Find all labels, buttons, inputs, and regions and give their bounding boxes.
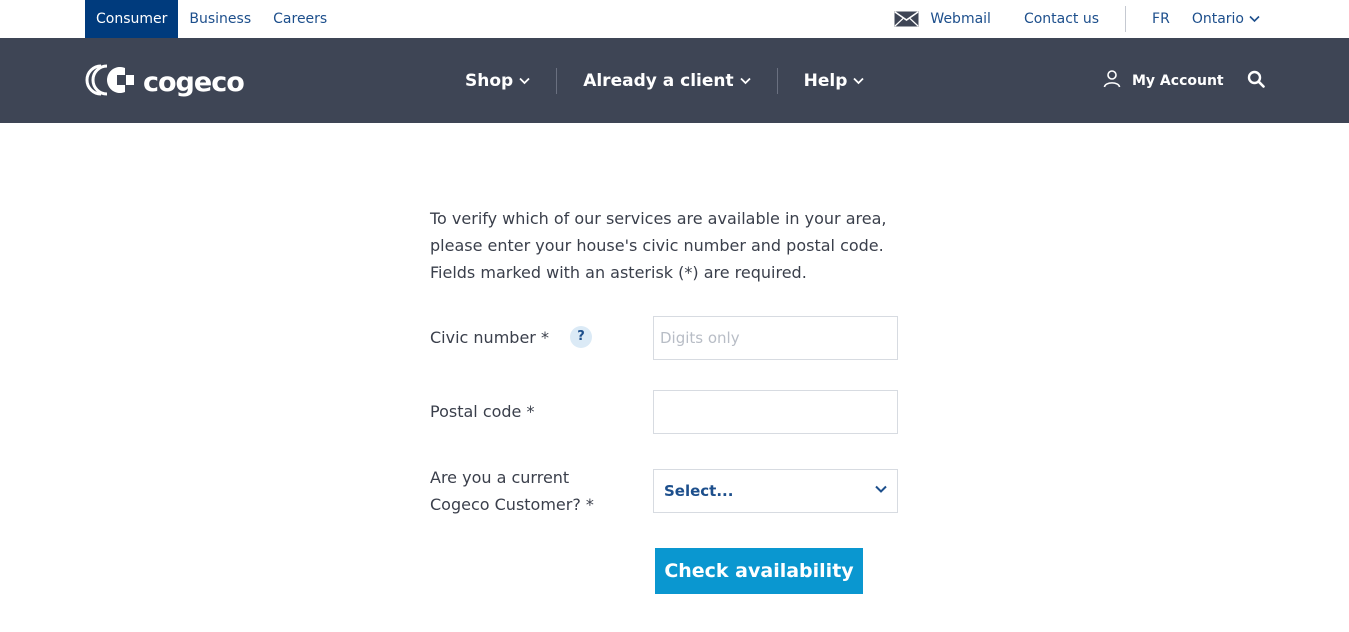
current-customer-label-line: Cogeco Customer? * — [430, 495, 594, 514]
menu-already-a-client[interactable]: Already a client — [583, 70, 751, 91]
utility-bar: Consumer Business Careers Webmail Contac… — [0, 0, 1349, 38]
menu-shop[interactable]: Shop — [465, 71, 530, 91]
search-icon — [1247, 70, 1265, 92]
language-link[interactable]: FR — [1152, 11, 1170, 27]
segment-switcher: Consumer Business Careers — [85, 0, 338, 38]
primary-menu: Shop Already a client Help — [465, 38, 865, 123]
cogeco-logo[interactable]: cogeco — [85, 64, 245, 100]
search-button[interactable] — [1247, 38, 1265, 123]
my-account-link[interactable]: My Account — [1103, 38, 1224, 123]
segment-careers[interactable]: Careers — [262, 0, 338, 38]
menu-already-a-client-label: Already a client — [583, 70, 734, 91]
intro-line: Fields marked with an asterisk (*) are r… — [430, 263, 807, 282]
postal-code-input[interactable] — [653, 390, 898, 434]
chevron-down-icon — [739, 77, 751, 85]
civic-number-label: Civic number * — [430, 328, 549, 347]
intro-line: To verify which of our services are avai… — [430, 209, 887, 228]
chevron-down-icon — [1249, 15, 1260, 23]
menu-divider — [556, 67, 558, 94]
menu-help[interactable]: Help — [804, 71, 865, 91]
my-account-label: My Account — [1132, 72, 1224, 89]
check-availability-button[interactable]: Check availability — [655, 548, 863, 594]
envelope-icon — [894, 11, 919, 27]
contact-label: Contact us — [1023, 11, 1100, 27]
logo-mark-icon — [85, 64, 135, 100]
postal-code-label: Postal code * — [430, 402, 535, 421]
chevron-down-icon — [875, 485, 887, 494]
user-icon — [1103, 69, 1121, 92]
intro-line: please enter your house's civic number a… — [430, 236, 884, 255]
region-label: Ontario — [1191, 11, 1244, 27]
current-customer-label: Are you a current Cogeco Customer? * — [430, 464, 594, 518]
chevron-down-icon — [519, 77, 530, 85]
main-nav: cogeco Shop Already a client Help My Acc… — [0, 38, 1349, 123]
webmail-link[interactable]: Webmail — [894, 11, 991, 27]
utility-links: Webmail Contact us FR Ontario — [894, 0, 1260, 38]
civic-number-input[interactable] — [653, 316, 898, 360]
contact-link[interactable]: Contact us — [1024, 11, 1099, 27]
chevron-down-icon — [853, 77, 865, 85]
language-label: FR — [1152, 11, 1170, 27]
webmail-label: Webmail — [930, 11, 991, 27]
divider — [1125, 6, 1127, 32]
menu-divider — [776, 67, 778, 94]
current-customer-label-line: Are you a current — [430, 468, 570, 487]
help-icon[interactable]: ? — [570, 326, 592, 348]
region-selector[interactable]: Ontario — [1192, 11, 1260, 27]
current-customer-select[interactable]: Select... — [653, 469, 898, 513]
menu-help-label: Help — [803, 70, 848, 91]
logo-wordmark: cogeco — [143, 66, 245, 98]
segment-consumer[interactable]: Consumer — [85, 0, 179, 38]
intro-text: To verify which of our services are avai… — [430, 205, 930, 286]
segment-business[interactable]: Business — [178, 0, 262, 38]
select-value: Select... — [664, 482, 734, 500]
menu-shop-label: Shop — [465, 70, 514, 91]
